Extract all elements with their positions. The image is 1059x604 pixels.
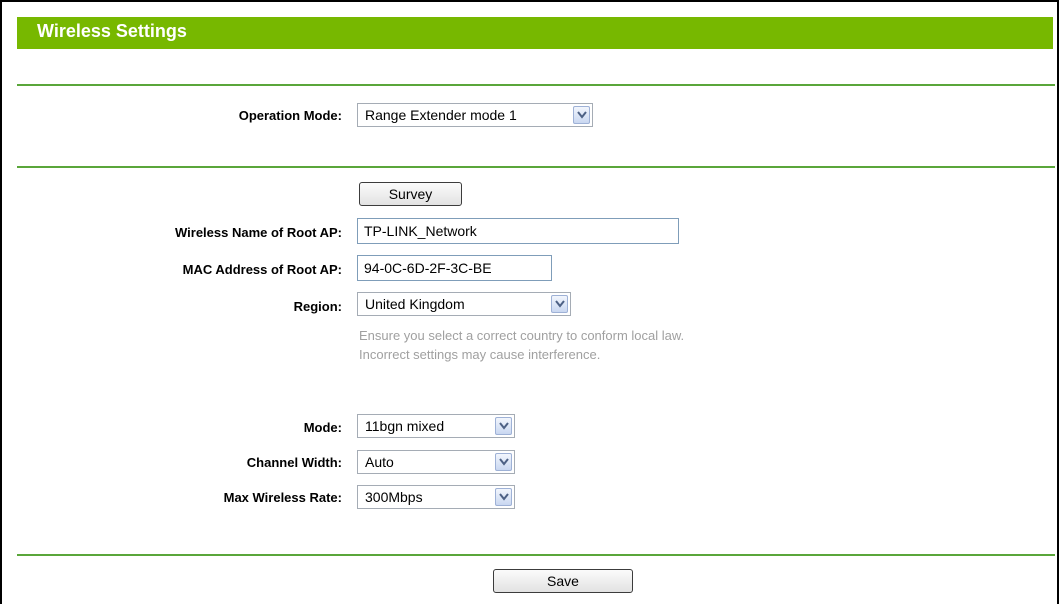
divider [17,84,1055,86]
divider [17,166,1055,168]
divider [17,554,1055,556]
root-ap-name-label: Wireless Name of Root AP: [175,225,342,240]
page-title: Wireless Settings [37,21,187,41]
mode-value: 11bgn mixed [365,418,445,434]
chevron-down-icon[interactable] [495,488,512,506]
chevron-down-icon[interactable] [495,453,512,471]
max-rate-select[interactable]: 300Mbps [357,485,515,509]
header-bar: Wireless Settings [17,17,1053,49]
chevron-down-icon[interactable] [573,106,590,124]
chevron-down-icon[interactable] [495,417,512,435]
root-ap-mac-label: MAC Address of Root AP: [182,262,342,277]
channel-width-label: Channel Width: [246,455,342,470]
region-label: Region: [293,299,342,314]
max-rate-value: 300Mbps [365,489,423,505]
page-frame: Wireless Settings Operation Mode: Range … [0,0,1059,604]
chevron-down-icon[interactable] [551,295,568,313]
channel-width-select[interactable]: Auto [357,450,515,474]
mode-select[interactable]: 11bgn mixed [357,414,515,438]
operation-mode-value: Range Extender mode 1 [365,107,517,123]
operation-mode-select[interactable]: Range Extender mode 1 [357,103,593,127]
root-ap-name-input[interactable]: TP-LINK_Network [357,218,679,244]
channel-width-value: Auto [365,454,394,470]
region-select[interactable]: United Kingdom [357,292,571,316]
survey-button[interactable]: Survey [359,182,462,206]
operation-mode-label: Operation Mode: [238,108,342,123]
max-rate-label: Max Wireless Rate: [223,490,342,505]
save-button[interactable]: Save [493,569,633,593]
mode-label: Mode: [303,420,342,435]
region-hint-line2: Incorrect settings may cause interferenc… [359,347,601,362]
region-hint-line1: Ensure you select a correct country to c… [359,328,685,343]
region-value: United Kingdom [365,296,465,312]
root-ap-mac-input[interactable]: 94-0C-6D-2F-3C-BE [357,255,552,281]
